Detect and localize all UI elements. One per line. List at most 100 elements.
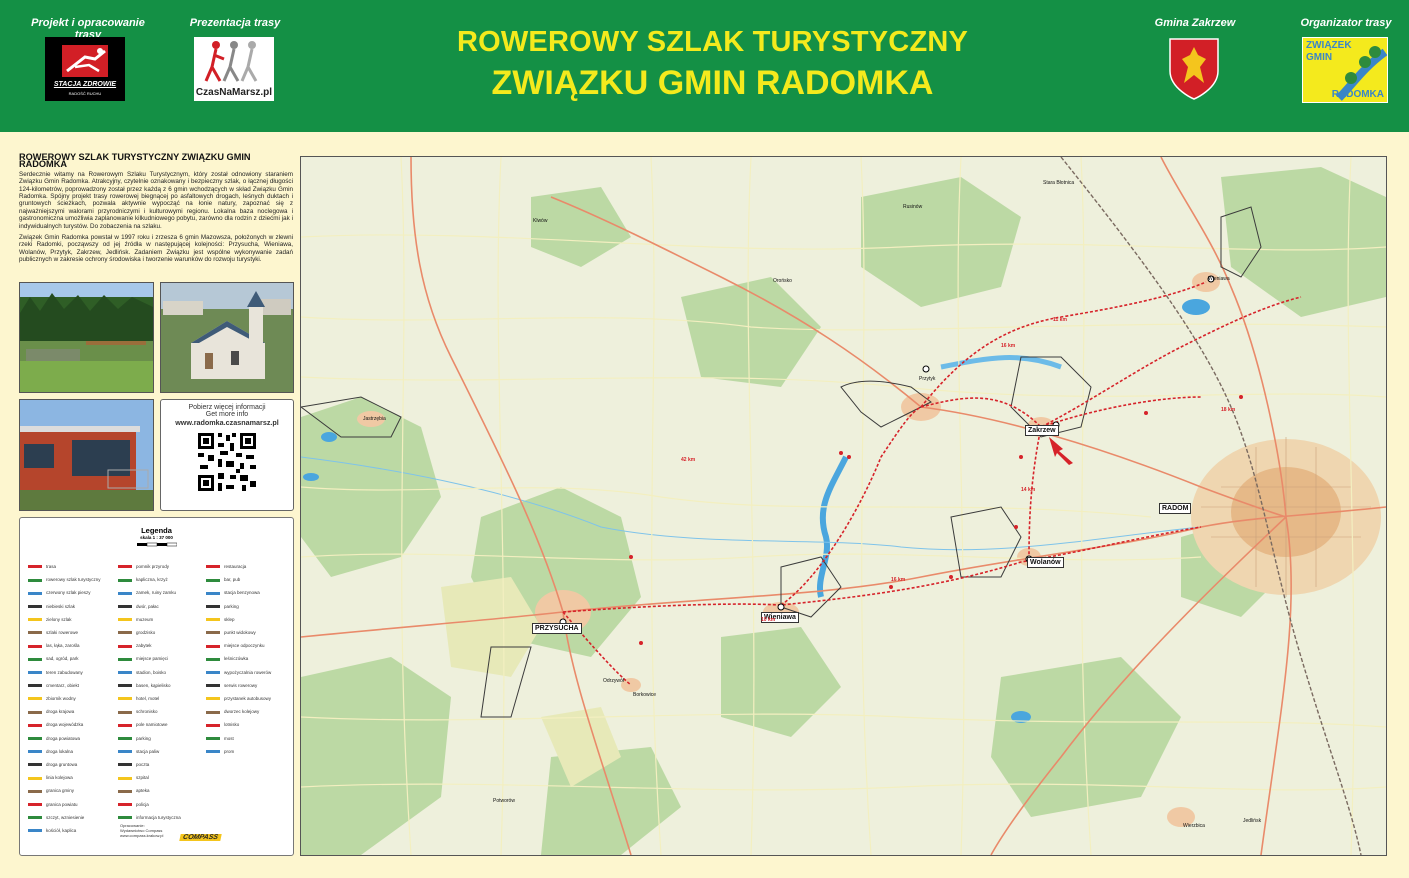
legend-symbol-icon [28, 684, 42, 688]
gmina-label: Gmina Zakrzew [1154, 17, 1236, 29]
legend-item: czerwony szlak pieszy [28, 590, 91, 595]
legend-symbol-icon [118, 604, 132, 608]
town-label[interactable]: RADOM [1159, 503, 1192, 514]
legend-item: punkt widokowy [206, 630, 256, 635]
legend-label: leśniczówka [224, 656, 249, 662]
legend-label: miejsce pamięci [136, 656, 169, 662]
legend-label: miejsce odpoczynku [224, 643, 265, 649]
legend-symbol-icon [28, 710, 42, 714]
legend-item: szlaki rowerowe [28, 630, 78, 635]
legend-item: kościół, kaplica [28, 828, 76, 833]
legend-item: sad, ogród, park [28, 656, 79, 661]
legend-symbol-icon [206, 578, 220, 582]
legend-symbol-icon [206, 591, 220, 595]
legend-item: policja [118, 802, 149, 807]
legend-symbol-icon [28, 604, 42, 608]
legend-symbol-icon [118, 710, 132, 714]
town-label[interactable]: Jedlińsk [1241, 817, 1263, 826]
legend-symbol-icon [206, 723, 220, 727]
town-label[interactable]: Stara Błotnica [1041, 179, 1076, 188]
route-distance-label: 16 km [891, 577, 906, 583]
route-distance-label: 42 km [681, 457, 696, 463]
legend-item: muzeum [118, 617, 153, 622]
start-arrow-icon[interactable] [1049, 437, 1073, 465]
legend-item: trasa [28, 564, 56, 569]
legend-item: parking [118, 736, 151, 741]
legend-label: zamek, ruiny zamku [136, 590, 177, 596]
legend-item: dwór, pałac [118, 604, 159, 609]
route-map[interactable]: RADOM PRZYSUCHA Zakrzew Wolanów Wieniawa Przy… [300, 156, 1387, 856]
info-url-link[interactable]: www.radomka.czasnamarsz.pl [161, 418, 293, 427]
legend-item: wypożyczalnia rowerów [206, 670, 271, 675]
legend-symbol-icon [118, 736, 132, 740]
map-canvas[interactable] [301, 157, 1386, 855]
legend-item: serwis rowerowy [206, 683, 257, 688]
main-title-line2: ZWIĄZKU GMIN RADOMKA [491, 64, 934, 102]
legend-label: stadion, boisko [136, 669, 167, 675]
legend-item: droga gruntowa [28, 762, 77, 767]
legend-symbol-icon [118, 750, 132, 754]
town-label[interactable]: Przytyk [917, 375, 937, 384]
legend-item: niebieski szlak [28, 604, 75, 609]
legend-item: stacja paliw [118, 749, 159, 754]
legend-item: rowerowy szlak turystyczny [28, 577, 101, 582]
town-label[interactable]: Klwów [531, 217, 549, 226]
legend-symbol-icon [118, 644, 132, 648]
legend-title: Legenda [141, 526, 172, 535]
legend-item: stacja benzynowa [206, 590, 260, 595]
legend-scale: skala 1 : 37 000 [140, 535, 173, 540]
legend-symbol-icon [118, 578, 132, 582]
town-label[interactable]: Borkowice [631, 691, 658, 700]
legend-label: linia kolejowa [46, 775, 73, 781]
legend-label: informacja turystyczna [136, 814, 181, 820]
legend-label: rowerowy szlak turystyczny [46, 577, 101, 583]
town-label[interactable]: PRZYSUCHA [532, 623, 582, 634]
legend-symbol-icon [28, 829, 42, 833]
legend-label: grodzisko [136, 630, 156, 635]
legend-label: granica gminy [46, 788, 75, 794]
legend-item: sklep [206, 617, 235, 622]
main-title-line1: ROWEROWY SZLAK TURYSTYCZNY [456, 26, 969, 58]
legend-symbol-icon [118, 723, 132, 727]
town-label[interactable]: Orońsko [771, 277, 794, 286]
legend-item: most [206, 736, 234, 741]
legend-item: restauracja [206, 564, 246, 569]
legend-footer-line3: www.compass.krakow.pl [120, 833, 164, 838]
legend-label: stacja paliw [136, 748, 160, 754]
town-label[interactable]: Rusinów [901, 203, 924, 212]
town-label[interactable]: Wieniawa [1206, 275, 1232, 284]
legend-item: parking [206, 604, 239, 609]
qr-code-icon[interactable] [196, 431, 258, 493]
legend-item: droga powiatowa [28, 736, 80, 741]
legend-item: kapliczna, krzyż [118, 577, 168, 582]
legend-symbol-icon [28, 697, 42, 701]
legend-label: droga powiatowa [46, 735, 81, 741]
legend-label: droga krajowa [46, 709, 75, 715]
stacja-logo-subtext: RADOŚĆ RUCHU [68, 91, 102, 96]
town-label[interactable]: Potworów [491, 797, 517, 806]
legend-label: apteka [136, 788, 150, 794]
legend-symbol-icon [118, 591, 132, 595]
legend-item: zielony szlak [28, 617, 72, 622]
legend-symbol-icon [28, 631, 42, 635]
presentation-label: Prezentacja trasy [189, 17, 281, 29]
legend-label: czerwony szlak pieszy [46, 590, 91, 596]
legend-symbol-icon [28, 644, 42, 648]
town-label[interactable]: Jastrzębia [361, 415, 388, 424]
town-label[interactable]: Wolanów [1027, 557, 1064, 568]
gmina-coat-of-arms [1168, 37, 1220, 101]
town-label[interactable]: Odrzywół [601, 677, 626, 686]
town-label[interactable]: Zakrzew [1025, 425, 1059, 436]
legend-label: droga lokalna [46, 748, 74, 754]
town-pins[interactable] [559, 275, 1215, 626]
zwiazek-logo-line3: RADOMKA [1331, 89, 1384, 100]
map-legend: Legenda skala 1 : 37 000 trasa rowerowy s… [19, 517, 294, 856]
legend-item: droga krajowa [28, 709, 74, 714]
town-label[interactable]: Wierzbica [1181, 822, 1207, 831]
legend-label: wypożyczalnia rowerów [224, 669, 272, 675]
stacja-logo-text: STACJA ZDROWIE [53, 81, 117, 88]
legend-item: leśniczówka [206, 656, 248, 661]
photo-building [19, 399, 154, 511]
legend-label: zbiornik wodny [46, 696, 76, 701]
legend-label: most [224, 735, 234, 741]
